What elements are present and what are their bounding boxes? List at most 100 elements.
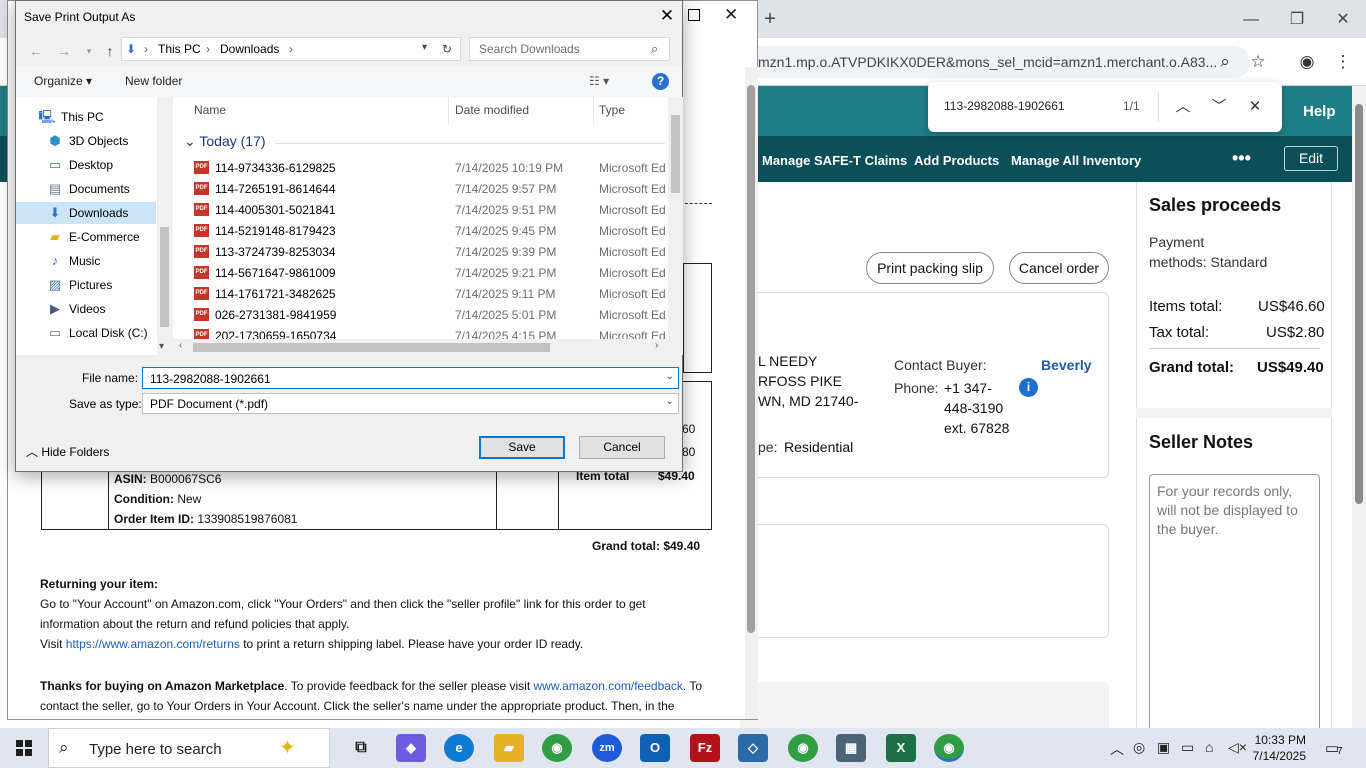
preview-scrollbar[interactable] (745, 67, 758, 719)
file-explorer-icon[interactable]: ▰ (494, 734, 524, 762)
breadcrumb-downloads[interactable]: Downloads (220, 42, 279, 56)
more-nav-icon[interactable]: ••• (1232, 148, 1251, 169)
search-downloads-input[interactable]: Search Downloads ⌕ (469, 37, 670, 61)
edge-icon[interactable]: e (444, 734, 474, 762)
nav-manage-inventory[interactable]: Manage All Inventory (1011, 153, 1141, 168)
file-name-input[interactable]: 113-2982088-1902661 ⌄ (142, 367, 679, 389)
nav-item[interactable]: ▭ Local Disk (C:) (16, 322, 156, 344)
nav-item[interactable]: ▤ Documents (16, 178, 156, 200)
find-prev-icon[interactable]: ︿ (1170, 94, 1196, 120)
copilot-icon[interactable]: ◆ (396, 734, 426, 762)
new-tab-button[interactable]: + (760, 8, 780, 30)
preview-maximize-icon[interactable] (688, 9, 700, 21)
save-button[interactable]: Save (479, 436, 565, 459)
nav-item[interactable]: ▨ Pictures (16, 274, 156, 296)
nav-item[interactable]: ▭ Desktop (16, 154, 156, 176)
file-list-hscrollbar-thumb[interactable] (193, 343, 550, 352)
file-name-dropdown-icon[interactable]: ⌄ (666, 371, 674, 382)
breadcrumb[interactable]: ⬇ › This PC › Downloads › ▾ ↻ (121, 37, 461, 61)
scroll-left-icon[interactable]: ‹ (179, 340, 182, 351)
scroll-right-icon[interactable]: › (655, 340, 658, 351)
up-arrow-icon[interactable]: ↑ (100, 41, 120, 61)
nav-scrollbar-thumb[interactable] (160, 227, 169, 327)
display-icon[interactable]: ▣ (1157, 739, 1170, 756)
help-icon[interactable]: ? (652, 73, 669, 90)
recent-dropdown-icon[interactable]: ▾ (79, 41, 99, 61)
edit-nav-button[interactable]: Edit (1284, 146, 1338, 171)
calculator-icon[interactable]: ▦ (836, 734, 866, 762)
nav-item[interactable]: ▰ E-Commerce (16, 226, 156, 248)
page-scrollbar-thumb[interactable] (1355, 104, 1363, 504)
chrome-profile-icon[interactable]: ◉ (788, 734, 818, 762)
browser-menu-icon[interactable]: ⋮ (1329, 48, 1357, 76)
file-list-vscrollbar[interactable] (668, 97, 683, 339)
nav-item[interactable]: ▶ Videos (16, 298, 156, 320)
url-text[interactable]: mzn1.mp.o.ATVPDKIKX0DER&mons_sel_mcid=am… (758, 54, 1217, 70)
network-icon[interactable]: ⌂ (1205, 739, 1213, 755)
file-row[interactable]: PDF 114-5671647-9861009 7/14/2025 9:21 PM M… (173, 262, 668, 283)
minimize-button[interactable]: — (1228, 8, 1274, 32)
nav-item[interactable]: 🖳 This PC (8, 106, 148, 128)
filezilla-icon[interactable]: Fz (690, 734, 720, 762)
returns-link[interactable]: https://www.amazon.com/returns (66, 637, 240, 651)
back-arrow-icon[interactable]: ← (26, 41, 46, 61)
forward-arrow-icon[interactable]: → (54, 41, 74, 61)
start-button[interactable] (0, 728, 48, 768)
chrome-active-icon[interactable]: ◉ (934, 734, 964, 762)
preview-close-icon[interactable]: ✕ (724, 5, 738, 25)
file-row[interactable]: PDF 114-9734336-6129825 7/14/2025 10:19 PM… (173, 157, 668, 178)
feedback-link[interactable]: www.amazon.com/feedback (534, 679, 683, 693)
chrome-icon[interactable]: ◉ (542, 734, 572, 762)
print-packing-slip-button[interactable]: Print packing slip (866, 252, 994, 284)
save-type-dropdown-icon[interactable]: ⌄ (666, 396, 674, 407)
preview-scrollbar-thumb[interactable] (747, 85, 755, 633)
file-list-vscrollbar-thumb[interactable] (671, 115, 680, 193)
app-diamond-icon[interactable]: ◇ (738, 734, 768, 762)
file-row[interactable]: PDF 114-4005301-5021841 7/14/2025 9:51 PM M… (173, 199, 668, 220)
nav-manage-safet-claims[interactable]: Manage SAFE-T Claims (762, 153, 907, 168)
nav-item[interactable]: ⬢ 3D Objects (16, 130, 156, 152)
nav-add-products[interactable]: Add Products (914, 153, 999, 168)
maximize-button[interactable]: ❐ (1274, 8, 1320, 32)
nav-item[interactable]: ♪ Music (16, 250, 156, 272)
breadcrumb-this-pc[interactable]: This PC (158, 42, 201, 56)
refresh-icon[interactable]: ↻ (442, 42, 452, 56)
close-window-button[interactable]: ✕ (1320, 8, 1366, 32)
dialog-close-icon[interactable]: ✕ (650, 1, 684, 31)
file-row[interactable]: PDF 114-1761721-3482625 7/14/2025 9:11 PM M… (173, 283, 668, 304)
file-row[interactable]: PDF 026-2731381-9841959 7/14/2025 5:01 PM M… (173, 304, 668, 325)
file-row[interactable]: PDF 114-7265191-8614644 7/14/2025 9:57 PM M… (173, 178, 668, 199)
volume-icon[interactable]: ◁× (1228, 739, 1247, 756)
nav-scrollbar[interactable] (157, 97, 172, 355)
buyer-name-link[interactable]: Beverly (1041, 357, 1092, 373)
view-options-icon[interactable]: ☷ ▾ (589, 74, 609, 88)
page-scrollbar[interactable] (1352, 86, 1366, 728)
seller-notes-textarea[interactable]: For your records only, will not be displ… (1149, 474, 1320, 734)
organize-button[interactable]: Organize ▾ (34, 74, 92, 88)
save-type-select[interactable]: PDF Document (*.pdf) ⌄ (142, 393, 679, 414)
bookmark-star-icon[interactable]: ☆ (1244, 48, 1272, 76)
help-link[interactable]: Help (1303, 103, 1336, 120)
battery-icon[interactable]: ▭ (1181, 739, 1194, 756)
file-row[interactable]: PDF 114-5219148-8179423 7/14/2025 9:45 PM M… (173, 220, 668, 241)
copilot-sparkle-icon[interactable]: ✦ (279, 735, 296, 760)
hide-folders-button[interactable]: ︿ Hide Folders (26, 443, 109, 460)
file-row[interactable]: PDF 202-1730659-1650734 7/14/2025 4:15 PM M… (173, 325, 668, 339)
nav-item[interactable]: ⬇ Downloads (16, 202, 156, 224)
profile-icon[interactable]: ◉ (1293, 48, 1321, 76)
find-input[interactable]: 113-2982088-1902661 (944, 99, 1065, 113)
tray-overflow-icon[interactable]: ︿ (1110, 739, 1124, 759)
info-icon[interactable]: i (1019, 378, 1038, 397)
task-view-icon[interactable]: ⧉ (346, 734, 376, 762)
find-next-icon[interactable]: ﹀ (1206, 94, 1232, 120)
cancel-order-button[interactable]: Cancel order (1009, 252, 1109, 284)
address-dropdown-icon[interactable]: ▾ (422, 42, 427, 53)
new-folder-button[interactable]: New folder (125, 74, 182, 88)
clock[interactable]: 10:33 PM 7/14/2025 (1252, 732, 1306, 764)
excel-icon[interactable]: X (886, 734, 916, 762)
file-row[interactable]: PDF 113-3724739-8253034 7/14/2025 9:39 PM M… (173, 241, 668, 262)
zoom-icon[interactable]: zm (592, 734, 622, 762)
find-close-icon[interactable]: ✕ (1242, 94, 1268, 120)
file-list-hscrollbar[interactable]: ‹ › (173, 339, 683, 355)
outlook-icon[interactable]: O (640, 734, 670, 762)
